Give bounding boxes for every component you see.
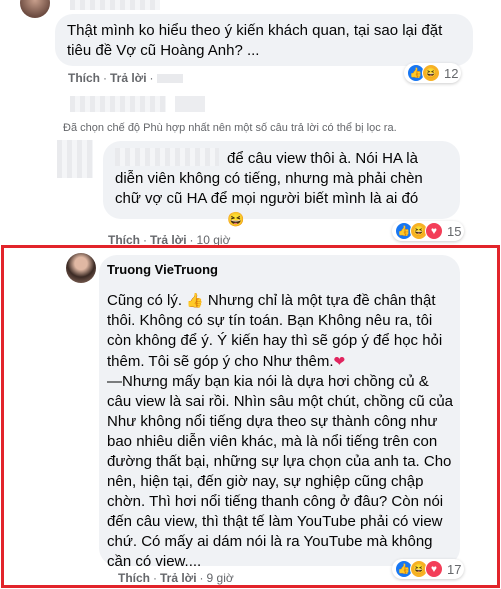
comment-actions: Thích · Trả lời · xyxy=(68,71,183,85)
comment-bubble: Thật mình ko hiểu theo ý kiến khách quan… xyxy=(55,14,473,66)
avatar[interactable] xyxy=(20,0,50,18)
thumbs-up-emoji: 👍 xyxy=(186,292,204,308)
reply-link[interactable]: Trả lời xyxy=(110,71,147,85)
reply-link[interactable]: Trả lời xyxy=(160,571,197,585)
comment-text: Cũng có lý. 👍 Nhưng chỉ là một tựa đề ch… xyxy=(107,292,454,570)
comment-bubble: để câu view thôi à. Nói HA là diễn viên … xyxy=(103,141,460,227)
reaction-count: 17 xyxy=(447,561,462,577)
blurred-time xyxy=(156,74,183,83)
comment-text: Thật mình ko hiểu theo ý kiến khách quan… xyxy=(67,22,443,59)
red-heart-emoji: ❤ xyxy=(333,353,346,369)
reaction-count: 15 xyxy=(447,223,462,239)
comment-bubble: Truong VieTruong Cũng có lý. 👍 Nhưng chỉ… xyxy=(99,255,460,570)
love-icon: ♥ xyxy=(425,560,443,578)
comment-text: để câu view thôi à. Nói HA là diễn viên … xyxy=(115,150,423,227)
reaction-summary[interactable]: 👍 😆 12 xyxy=(404,63,462,83)
reaction-summary[interactable]: 👍 😆 ♥ 17 xyxy=(392,559,465,579)
haha-icon: 😆 xyxy=(422,64,440,82)
like-link[interactable]: Thích xyxy=(118,571,150,585)
love-icon: ♥ xyxy=(425,222,443,240)
avatar[interactable] xyxy=(66,253,96,283)
filter-notice: Đã chọn chế độ Phù hợp nhất nên một số c… xyxy=(63,122,397,134)
laughing-emoji: 😆 xyxy=(227,211,245,227)
comment-author[interactable]: Truong VieTruong xyxy=(107,262,218,277)
reaction-count: 12 xyxy=(444,65,459,81)
blurred-author-name xyxy=(70,0,160,10)
blurred-avatar xyxy=(57,140,93,178)
reaction-summary[interactable]: 👍 😆 ♥ 15 xyxy=(392,221,465,241)
blurred-reply xyxy=(175,96,205,112)
like-link[interactable]: Thích xyxy=(68,71,100,85)
blurred-reply xyxy=(70,96,166,112)
comment-actions: Thích · Trả lời · 9 giờ xyxy=(118,571,234,585)
comment-time[interactable]: 9 giờ xyxy=(207,571,234,585)
